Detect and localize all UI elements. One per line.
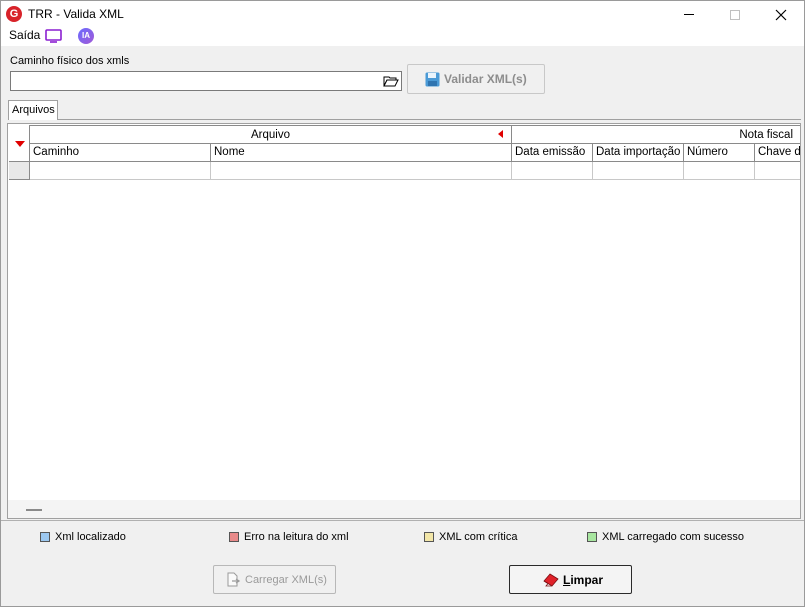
app-window: G TRR - Valida XML Saída IA Caminho físi… bbox=[0, 0, 805, 607]
menu-bar: Saída IA bbox=[1, 28, 804, 46]
tab-divider bbox=[58, 119, 801, 120]
folder-open-icon[interactable] bbox=[383, 74, 399, 88]
column-header-nome[interactable]: Nome bbox=[211, 144, 512, 162]
tab-arquivos[interactable]: Arquivos bbox=[8, 100, 58, 120]
monitor-icon[interactable] bbox=[45, 29, 62, 43]
load-document-icon bbox=[227, 572, 241, 586]
legend-swatch bbox=[424, 532, 434, 542]
load-xml-button[interactable]: Carregar XML(s) bbox=[213, 565, 336, 594]
legend-item-localizado: Xml localizado bbox=[40, 531, 126, 543]
clear-button-label: Limpar bbox=[563, 572, 604, 587]
grid-corner[interactable] bbox=[9, 125, 30, 162]
eraser-icon bbox=[543, 572, 559, 587]
path-input[interactable] bbox=[10, 71, 402, 91]
column-header-data-emissao[interactable]: Data emissão bbox=[512, 144, 593, 162]
column-header-data-importacao[interactable]: Data importação bbox=[593, 144, 684, 162]
group-header-arquivo-label: Arquivo bbox=[251, 129, 290, 141]
legend-item-sucesso: XML carregado com sucesso bbox=[587, 531, 744, 543]
column-header-numero[interactable]: Número bbox=[684, 144, 755, 162]
sort-arrow-icon bbox=[498, 130, 503, 138]
table-cell[interactable] bbox=[755, 162, 800, 180]
table-cell[interactable] bbox=[211, 162, 512, 180]
clear-button[interactable]: Limpar bbox=[509, 565, 632, 594]
legend-item-critica: XML com crítica bbox=[424, 531, 517, 543]
menu-item-saida[interactable]: Saída bbox=[9, 28, 40, 42]
minimize-button[interactable] bbox=[666, 1, 712, 28]
title-bar: G TRR - Valida XML bbox=[1, 1, 804, 28]
close-button[interactable] bbox=[758, 1, 804, 28]
window-title: TRR - Valida XML bbox=[28, 7, 124, 21]
validate-xml-button[interactable]: Validar XML(s) bbox=[407, 64, 545, 94]
legend-label: XML carregado com sucesso bbox=[602, 531, 745, 543]
minimize-icon bbox=[684, 14, 694, 15]
group-header-nota-fiscal[interactable]: Nota fiscal bbox=[512, 125, 800, 144]
legend-label: XML com crítica bbox=[439, 531, 518, 543]
legend-item-erro: Erro na leitura do xml bbox=[229, 531, 349, 543]
column-header-chave[interactable]: Chave d bbox=[755, 144, 800, 162]
group-header-arquivo[interactable]: Arquivo bbox=[30, 125, 512, 144]
legend-swatch bbox=[40, 532, 50, 542]
table-cell[interactable] bbox=[684, 162, 755, 180]
files-grid[interactable]: Arquivo Nota fiscal Caminho Nome Data em… bbox=[7, 123, 801, 519]
maximize-icon bbox=[730, 9, 740, 20]
legend-swatch bbox=[229, 532, 239, 542]
group-header-nota-fiscal-label: Nota fiscal bbox=[739, 129, 793, 141]
table-cell[interactable] bbox=[512, 162, 593, 180]
row-indicator[interactable] bbox=[9, 162, 30, 180]
app-logo-icon: G bbox=[6, 6, 22, 22]
path-label: Caminho físico dos xmls bbox=[10, 55, 130, 67]
dropdown-arrow-icon bbox=[15, 141, 25, 147]
grid-footer bbox=[8, 500, 800, 518]
close-icon bbox=[775, 9, 787, 20]
maximize-button[interactable] bbox=[712, 1, 758, 28]
validate-button-label: Validar XML(s) bbox=[444, 72, 527, 86]
legend-swatch bbox=[587, 532, 597, 542]
table-cell[interactable] bbox=[593, 162, 684, 180]
legend-label: Xml localizado bbox=[55, 531, 126, 543]
table-cell[interactable] bbox=[30, 162, 211, 180]
footer-indicator bbox=[26, 509, 42, 511]
column-header-caminho[interactable]: Caminho bbox=[30, 144, 211, 162]
load-button-label: Carregar XML(s) bbox=[245, 573, 327, 586]
ia-assistant-icon[interactable]: IA bbox=[78, 28, 94, 44]
save-icon bbox=[425, 72, 440, 86]
panel-separator bbox=[1, 520, 804, 521]
legend-label: Erro na leitura do xml bbox=[244, 531, 349, 543]
